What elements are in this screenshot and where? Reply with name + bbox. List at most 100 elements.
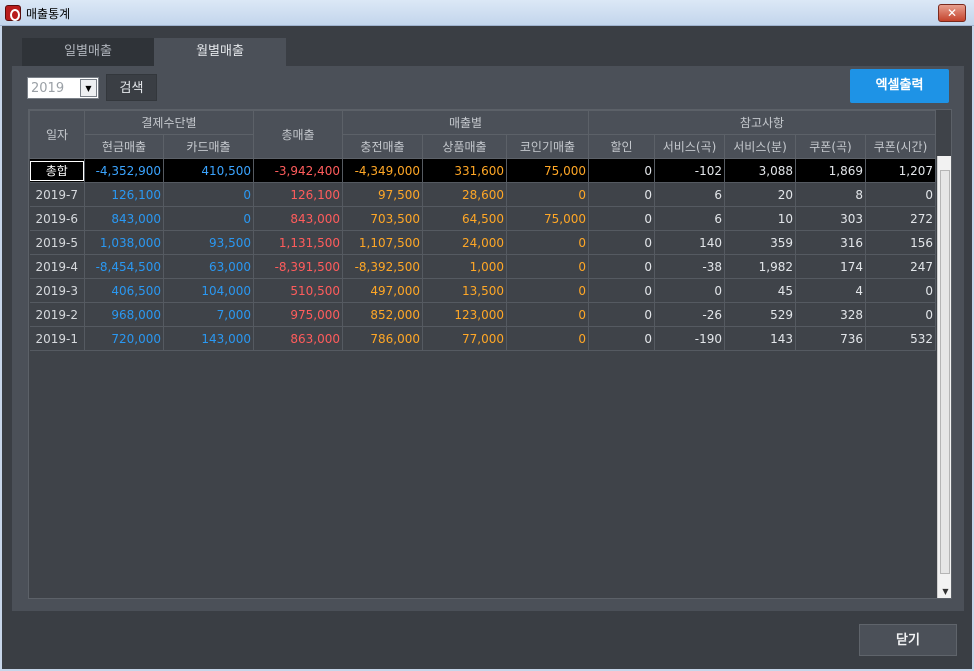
cell-total: -3,942,400 bbox=[253, 158, 343, 183]
tab-monthly-sales[interactable]: 월별매출 bbox=[154, 38, 286, 66]
cell-product: 28,600 bbox=[422, 182, 507, 207]
window-close-button[interactable]: ✕ bbox=[938, 4, 966, 22]
cell-coupon-time: 0 bbox=[865, 302, 936, 327]
cell-coupon-time: 1,207 bbox=[865, 158, 936, 183]
cell-discount: 0 bbox=[588, 158, 655, 183]
cell-card: 143,000 bbox=[163, 326, 254, 351]
scrollbar-thumb[interactable] bbox=[940, 170, 950, 574]
cell-coin: 0 bbox=[506, 278, 589, 303]
cell-discount: 0 bbox=[588, 182, 655, 207]
table-row[interactable]: 2019-7 126,100 0 126,100 97,500 28,600 0 0 6 20 8 0 bbox=[29, 182, 936, 207]
cell-cash: 1,038,000 bbox=[84, 230, 164, 255]
table-row[interactable]: 2019-5 1,038,000 93,500 1,131,500 1,107,500 2… bbox=[29, 230, 936, 255]
cell-date: 2019-3 bbox=[29, 278, 85, 303]
table-row[interactable]: 2019-1 720,000 143,000 863,000 786,000 77,000… bbox=[29, 326, 936, 351]
cell-product: 64,500 bbox=[422, 206, 507, 231]
col-header-total[interactable]: 총매출 bbox=[253, 110, 343, 159]
cell-card: 0 bbox=[163, 206, 254, 231]
cell-total: -8,391,500 bbox=[253, 254, 343, 279]
cell-date: 2019-1 bbox=[29, 326, 85, 351]
cell-coin: 0 bbox=[506, 230, 589, 255]
cell-charge: 852,000 bbox=[342, 302, 423, 327]
tab-daily-sales[interactable]: 일별매출 bbox=[22, 38, 154, 66]
chevron-down-icon[interactable]: ▼ bbox=[80, 79, 97, 97]
cell-date: 2019-6 bbox=[29, 206, 85, 231]
excel-export-button[interactable]: 엑셀출력 bbox=[850, 69, 949, 103]
cell-service-min: 359 bbox=[724, 230, 796, 255]
col-header-coupon-song[interactable]: 쿠폰(곡) bbox=[795, 134, 866, 159]
cell-coupon-time: 272 bbox=[865, 206, 936, 231]
year-select[interactable]: 2019 ▼ bbox=[27, 77, 99, 99]
cell-total: 510,500 bbox=[253, 278, 343, 303]
cell-coupon-time: 0 bbox=[865, 278, 936, 303]
cell-coupon-song: 174 bbox=[795, 254, 866, 279]
cell-card: 93,500 bbox=[163, 230, 254, 255]
cell-service-song: 0 bbox=[654, 278, 725, 303]
search-button[interactable]: 검색 bbox=[106, 74, 157, 101]
cell-discount: 0 bbox=[588, 254, 655, 279]
cell-service-min: 143 bbox=[724, 326, 796, 351]
tab-content-panel: 2019 ▼ 검색 엑셀출력 일자 결제수단별 총매출 매출별 참고사항 현금매… bbox=[12, 66, 964, 611]
col-header-coin[interactable]: 코인기매출 bbox=[506, 134, 589, 159]
window-title: 매출통계 bbox=[26, 7, 71, 21]
cell-cash: -8,454,500 bbox=[84, 254, 164, 279]
cell-coin: 0 bbox=[506, 326, 589, 351]
cell-discount: 0 bbox=[588, 302, 655, 327]
cell-charge: -8,392,500 bbox=[342, 254, 423, 279]
cell-service-song: -26 bbox=[654, 302, 725, 327]
grid-scrollbar[interactable]: ▼ bbox=[937, 156, 951, 598]
cell-discount: 0 bbox=[588, 278, 655, 303]
cell-total: 975,000 bbox=[253, 302, 343, 327]
cell-charge: 1,107,500 bbox=[342, 230, 423, 255]
close-icon: ✕ bbox=[946, 6, 958, 20]
col-header-discount[interactable]: 할인 bbox=[588, 134, 655, 159]
col-header-card[interactable]: 카드매출 bbox=[163, 134, 254, 159]
cell-total: 843,000 bbox=[253, 206, 343, 231]
col-header-product[interactable]: 상품매출 bbox=[422, 134, 507, 159]
table-row[interactable]: 2019-4 -8,454,500 63,000 -8,391,500 -8,392,5… bbox=[29, 254, 936, 279]
cell-date: 2019-4 bbox=[29, 254, 85, 279]
total-row[interactable]: 총합 -4,352,900 410,500 -3,942,400 -4,349,… bbox=[29, 158, 936, 183]
col-header-cash[interactable]: 현금매출 bbox=[84, 134, 164, 159]
cell-service-song: 6 bbox=[654, 182, 725, 207]
cell-card: 104,000 bbox=[163, 278, 254, 303]
table-row[interactable]: 2019-6 843,000 0 843,000 703,500 64,500 75,000… bbox=[29, 206, 936, 231]
col-header-charge[interactable]: 충전매출 bbox=[342, 134, 423, 159]
cell-service-song: 6 bbox=[654, 206, 725, 231]
cell-card: 7,000 bbox=[163, 302, 254, 327]
col-header-service-min[interactable]: 서비스(분) bbox=[724, 134, 796, 159]
col-header-coupon-time[interactable]: 쿠폰(시간) bbox=[865, 134, 936, 159]
cell-service-song: 140 bbox=[654, 230, 725, 255]
cell-coin: 75,000 bbox=[506, 206, 589, 231]
col-group-payment: 결제수단별 bbox=[84, 110, 254, 135]
cell-coupon-time: 0 bbox=[865, 182, 936, 207]
cell-coupon-time: 532 bbox=[865, 326, 936, 351]
cell-charge: 786,000 bbox=[342, 326, 423, 351]
scroll-down-icon[interactable]: ▼ bbox=[938, 585, 951, 598]
cell-total: 1,131,500 bbox=[253, 230, 343, 255]
cell-service-min: 10 bbox=[724, 206, 796, 231]
table-row[interactable]: 2019-3 406,500 104,000 510,500 497,000 13,500… bbox=[29, 278, 936, 303]
cell-charge: -4,349,000 bbox=[342, 158, 423, 183]
cell-coupon-song: 328 bbox=[795, 302, 866, 327]
cell-discount: 0 bbox=[588, 230, 655, 255]
cell-card: 63,000 bbox=[163, 254, 254, 279]
cell-cash: 406,500 bbox=[84, 278, 164, 303]
app-logo-icon bbox=[5, 5, 21, 21]
col-header-date[interactable]: 일자 bbox=[29, 110, 85, 159]
main-window: 일별매출 월별매출 2019 ▼ 검색 엑셀출력 일자 결제수단별 총매출 매출… bbox=[2, 26, 972, 669]
close-button[interactable]: 닫기 bbox=[859, 624, 957, 656]
table-row[interactable]: 2019-2 968,000 7,000 975,000 852,000 123,000 0… bbox=[29, 302, 936, 327]
cell-coupon-time: 156 bbox=[865, 230, 936, 255]
cell-total: 863,000 bbox=[253, 326, 343, 351]
cell-service-min: 3,088 bbox=[724, 158, 796, 183]
sales-table: 일자 결제수단별 총매출 매출별 참고사항 현금매출 카드매출 충전매출 상품매… bbox=[29, 110, 936, 351]
cell-card: 410,500 bbox=[163, 158, 254, 183]
total-label-cell: 총합 bbox=[29, 158, 85, 183]
cell-coupon-song: 4 bbox=[795, 278, 866, 303]
cell-service-min: 529 bbox=[724, 302, 796, 327]
cell-card: 0 bbox=[163, 182, 254, 207]
col-header-service-song[interactable]: 서비스(곡) bbox=[654, 134, 725, 159]
cell-coupon-time: 247 bbox=[865, 254, 936, 279]
cell-charge: 97,500 bbox=[342, 182, 423, 207]
